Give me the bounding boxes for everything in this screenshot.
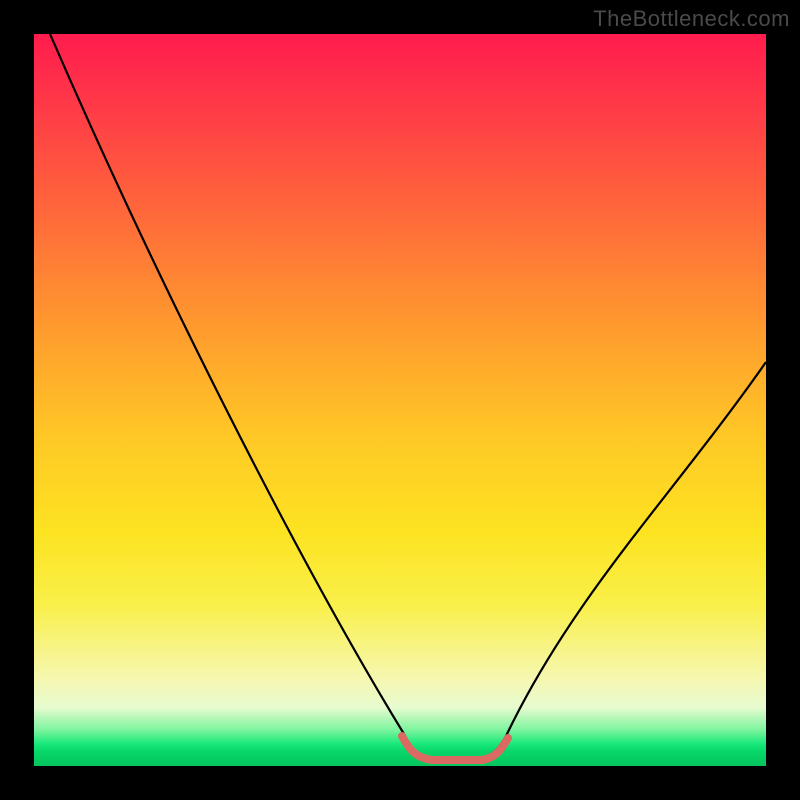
watermark-text: TheBottleneck.com <box>593 6 790 32</box>
curve-layer <box>34 34 766 766</box>
bottleneck-curve <box>50 34 766 758</box>
plot-area <box>34 34 766 766</box>
chart-frame: TheBottleneck.com <box>0 0 800 800</box>
valley-highlight <box>402 736 508 760</box>
